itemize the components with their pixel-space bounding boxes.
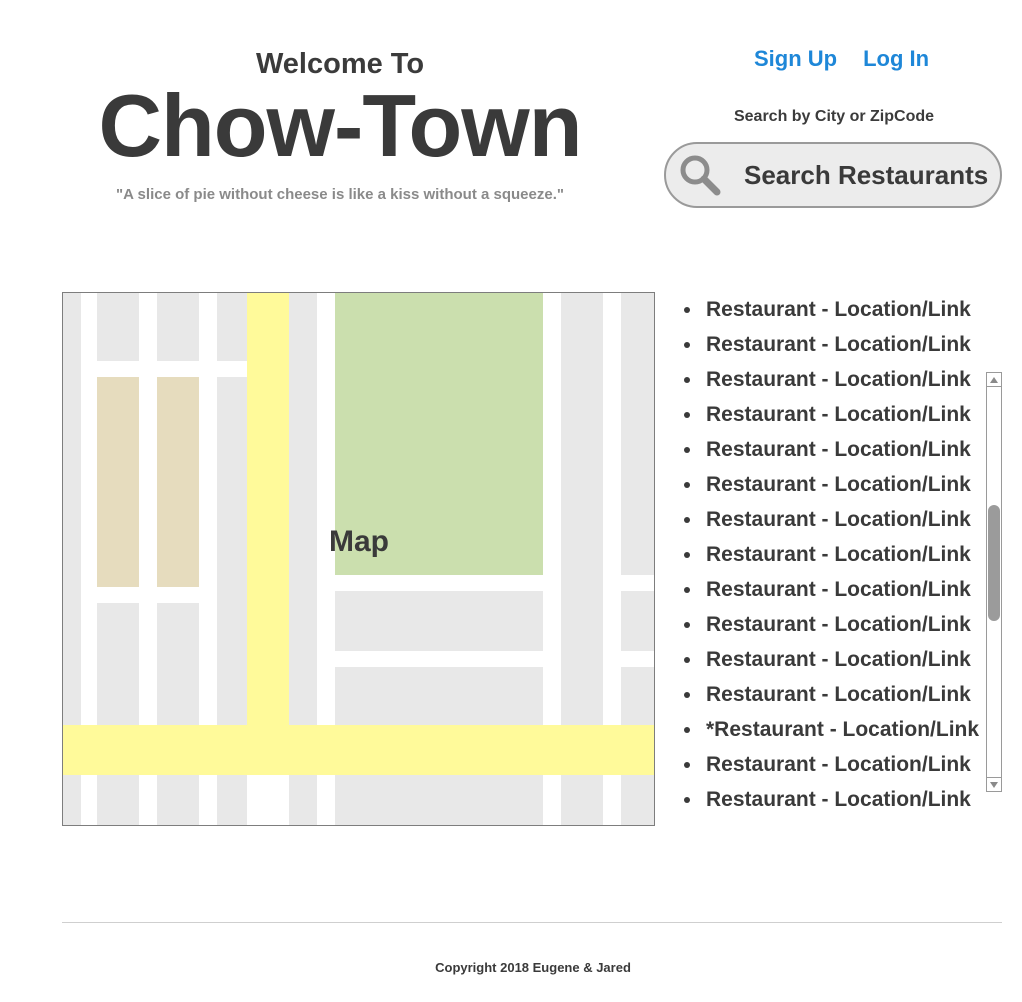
sign-up-link[interactable]: Sign Up	[754, 46, 837, 72]
restaurant-item[interactable]: Restaurant - Location/Link	[676, 292, 1006, 327]
search-icon	[678, 153, 722, 197]
search-restaurants-button[interactable]: Search Restaurants	[664, 142, 1002, 208]
auth-links: Sign Up Log In	[754, 46, 929, 72]
restaurant-item[interactable]: Restaurant - Location/Link	[676, 432, 1006, 467]
restaurant-item[interactable]: Restaurant - Location/Link	[676, 677, 1006, 712]
restaurant-list-scrollbar[interactable]	[986, 372, 1002, 792]
scroll-down-arrow-icon[interactable]	[987, 777, 1001, 791]
scrollbar-thumb[interactable]	[988, 505, 1000, 621]
restaurant-item[interactable]: Restaurant - Location/Link	[676, 502, 1006, 537]
page: Welcome To Chow-Town "A slice of pie wit…	[0, 0, 1022, 1002]
restaurant-list: Restaurant - Location/Link Restaurant - …	[676, 292, 1006, 817]
restaurant-item[interactable]: Restaurant - Location/Link	[676, 467, 1006, 502]
copyright-text: Copyright 2018 Eugene & Jared	[435, 960, 631, 975]
scroll-up-arrow-icon[interactable]	[987, 373, 1001, 387]
restaurant-item-featured[interactable]: *Restaurant - Location/Link	[676, 712, 1006, 747]
footer-divider	[62, 922, 1002, 923]
map-graphic	[63, 293, 654, 825]
site-title: Chow-Town	[98, 76, 583, 175]
map-label: Map	[329, 525, 389, 558]
restaurant-list-panel: Restaurant - Location/Link Restaurant - …	[676, 292, 1006, 822]
restaurant-item[interactable]: Restaurant - Location/Link	[676, 327, 1006, 362]
restaurant-item[interactable]: Restaurant - Location/Link	[676, 782, 1006, 817]
restaurant-item[interactable]: Restaurant - Location/Link	[676, 397, 1006, 432]
restaurant-item[interactable]: Restaurant - Location/Link	[676, 747, 1006, 782]
search-label: Search by City or ZipCode	[733, 108, 935, 125]
map[interactable]: Map	[62, 292, 655, 826]
log-in-link[interactable]: Log In	[863, 46, 929, 72]
restaurant-item[interactable]: Restaurant - Location/Link	[676, 642, 1006, 677]
restaurant-item[interactable]: Restaurant - Location/Link	[676, 572, 1006, 607]
restaurant-item[interactable]: Restaurant - Location/Link	[676, 362, 1006, 397]
tagline-quote: "A slice of pie without cheese is like a…	[116, 186, 564, 203]
search-button-label: Search Restaurants	[744, 159, 989, 190]
restaurant-item[interactable]: Restaurant - Location/Link	[676, 607, 1006, 642]
restaurant-item[interactable]: Restaurant - Location/Link	[676, 537, 1006, 572]
